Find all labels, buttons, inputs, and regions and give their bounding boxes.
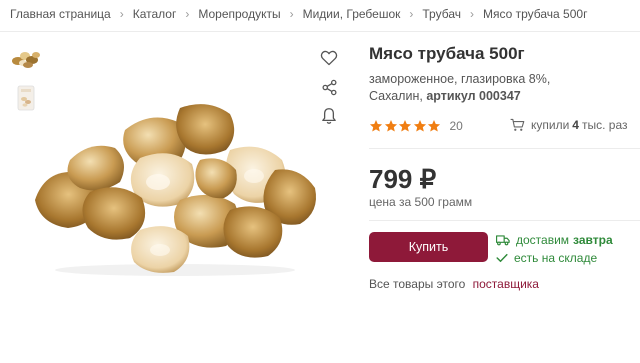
product-rating[interactable]: 20 — [369, 119, 463, 133]
price-divider — [369, 220, 640, 221]
breadcrumb-separator: › — [185, 7, 190, 21]
breadcrumb-current: Мясо трубача 500г — [482, 7, 588, 21]
bell-icon — [322, 108, 336, 124]
purchase-count-prefix: купили — [531, 118, 570, 132]
supplier-link[interactable]: поставщика — [473, 277, 539, 291]
check-icon — [496, 253, 508, 263]
price-note: цена за 500 грамм — [369, 195, 473, 209]
product-description-line2: Сахалин, артикул 000347 — [369, 88, 609, 105]
notify-button[interactable] — [318, 105, 340, 127]
star-icon — [427, 120, 441, 132]
product-actions — [318, 47, 340, 134]
sku-value: 000347 — [479, 89, 521, 103]
stock-label: есть на складе — [514, 251, 598, 265]
supplier-prefix: Все товары этого — [369, 277, 466, 291]
rating-stars — [369, 119, 442, 133]
delivery-row: доставим завтра — [496, 232, 613, 248]
star-icon — [413, 120, 426, 132]
rating-count[interactable]: 20 — [450, 119, 463, 133]
whelk-meat-image — [35, 104, 316, 276]
product-price: 799 ₽ — [369, 164, 437, 194]
delivery-label: доставим — [516, 233, 570, 247]
truck-icon — [496, 235, 510, 246]
product-title: Мясо трубача 500г — [369, 44, 525, 63]
breadcrumb-home[interactable]: Главная страница — [10, 7, 111, 21]
cart-icon — [510, 118, 525, 131]
whelk-thumbnail-image — [12, 52, 40, 68]
delivery-when: завтра — [573, 233, 613, 247]
buy-button[interactable]: Купить — [369, 232, 488, 262]
delivery-info: доставим завтра есть на складе — [496, 232, 613, 268]
breadcrumb-separator: › — [119, 7, 124, 21]
favorite-button[interactable] — [318, 47, 340, 69]
product-description-line1: замороженное, глазировка 8%, — [369, 72, 551, 86]
breadcrumb-catalog[interactable]: Каталог — [133, 7, 177, 21]
supplier-info: Все товары этого поставщика — [369, 277, 539, 291]
star-icon — [398, 120, 412, 132]
purchase-count-value: 4 — [572, 118, 579, 132]
product-origin: Сахалин, — [369, 89, 423, 103]
star-icon — [384, 120, 397, 132]
product-main-image — [30, 100, 320, 280]
share-button[interactable] — [318, 76, 340, 98]
star-icon — [369, 120, 383, 132]
thumbnail-product-photo[interactable] — [10, 45, 42, 73]
breadcrumb-separator: › — [469, 7, 474, 21]
info-divider — [369, 148, 640, 149]
header-divider — [0, 31, 640, 32]
purchase-count: купили 4 тыс. раз — [510, 118, 628, 132]
breadcrumb: Главная страница › Каталог › Морепродукт… — [10, 5, 587, 23]
breadcrumb-mussels[interactable]: Мидии, Гребешок — [303, 7, 401, 21]
breadcrumb-whelk[interactable]: Трубач — [422, 7, 461, 21]
share-icon — [321, 79, 337, 95]
breadcrumb-separator: › — [409, 7, 414, 21]
breadcrumb-seafood[interactable]: Морепродукты — [198, 7, 280, 21]
product-description: замороженное, глазировка 8%, Сахалин, ар… — [369, 71, 609, 105]
purchase-count-suffix: тыс. раз — [581, 118, 628, 132]
stock-row: есть на складе — [496, 250, 613, 266]
heart-icon — [320, 50, 338, 66]
breadcrumb-separator: › — [289, 7, 294, 21]
sku-label: артикул — [426, 89, 476, 103]
